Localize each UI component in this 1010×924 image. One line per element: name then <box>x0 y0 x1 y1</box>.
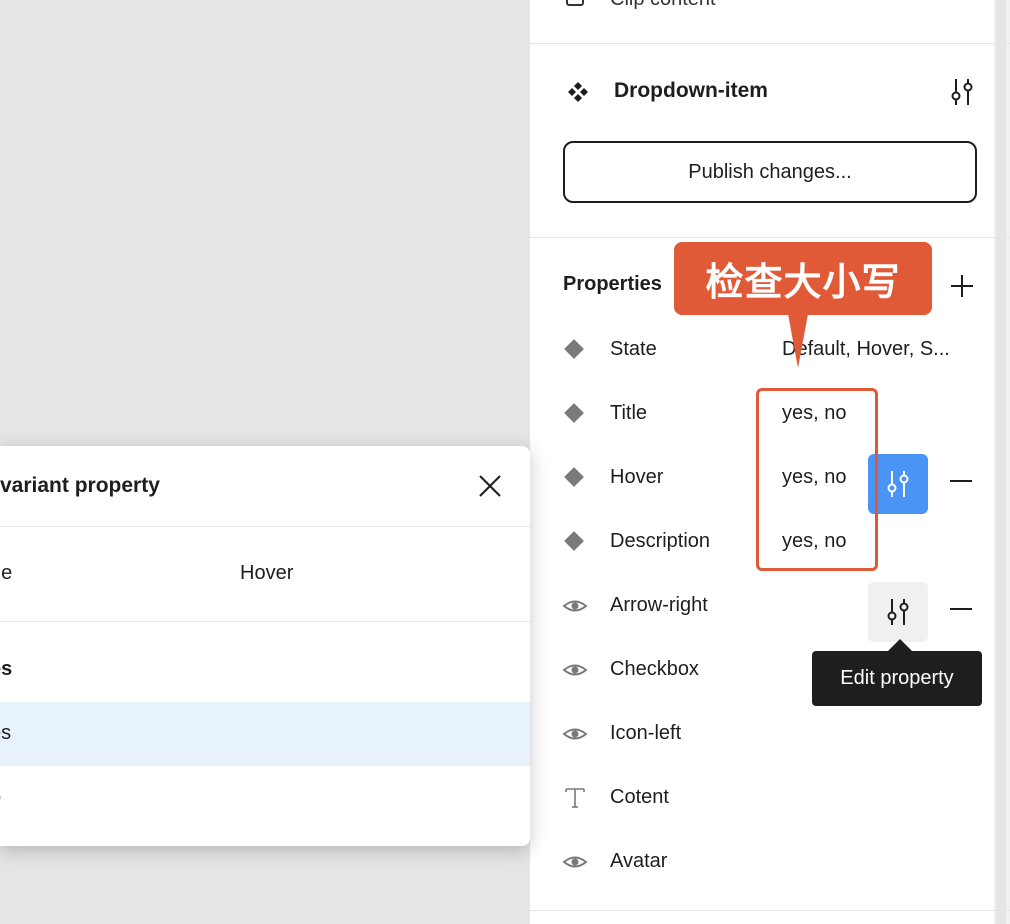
scrollbar-thumb[interactable] <box>996 0 1006 924</box>
property-name-value[interactable]: Hover <box>240 562 293 585</box>
eye-icon <box>562 600 588 612</box>
checkbox-icon[interactable] <box>566 0 584 6</box>
eye-icon <box>562 856 588 868</box>
add-property-icon[interactable] <box>948 272 976 300</box>
value-row-selected[interactable]: es <box>0 702 530 766</box>
divider <box>530 43 1010 44</box>
variant-diamond-icon <box>562 402 588 426</box>
settings-sliders-icon[interactable] <box>948 76 976 108</box>
value-row[interactable]: es <box>0 638 530 702</box>
property-row-avatar[interactable]: Avatar <box>530 830 994 894</box>
value-row[interactable]: o <box>0 766 530 830</box>
component-icon <box>568 82 588 102</box>
remove-property-icon[interactable] <box>948 596 974 622</box>
divider <box>530 237 1010 238</box>
edit-variant-property-dialog: variant property ne Hover es es o <box>0 446 530 846</box>
dialog-title: variant property <box>0 474 160 497</box>
property-name: Checkbox <box>610 658 699 680</box>
property-name: Icon-left <box>610 722 682 744</box>
annotation-callout: 检查大小写 <box>674 242 932 315</box>
property-name: Avatar <box>610 850 668 872</box>
eye-icon <box>562 664 588 676</box>
remove-property-icon[interactable] <box>948 468 974 494</box>
property-row-icon-left[interactable]: Icon-left <box>530 702 994 766</box>
properties-heading: Properties <box>563 273 662 295</box>
value-text: es <box>0 722 12 744</box>
annotation-callout-tail <box>788 314 808 368</box>
property-name: Arrow-right <box>610 594 708 616</box>
property-row-cotent[interactable]: Cotent <box>530 766 994 830</box>
variant-diamond-icon <box>562 338 588 362</box>
property-name: State <box>610 338 657 360</box>
settings-sliders-icon <box>887 599 909 625</box>
divider <box>0 621 530 622</box>
annotation-highlight-box <box>756 388 878 571</box>
publish-changes-button[interactable]: Publish changes... <box>563 141 977 203</box>
property-name-label: ne <box>0 562 13 584</box>
edit-property-button[interactable] <box>868 582 928 642</box>
property-row-arrow-right[interactable]: Arrow-right <box>530 574 994 642</box>
close-icon[interactable] <box>478 474 502 498</box>
property-row-state[interactable]: State Default, Hover, S... <box>530 318 994 382</box>
value-text: es <box>0 658 13 680</box>
property-name: Hover <box>610 466 664 488</box>
settings-sliders-icon <box>887 471 909 497</box>
property-name: Cotent <box>610 786 669 808</box>
text-icon <box>565 788 585 808</box>
tooltip-arrow <box>888 639 912 651</box>
divider <box>0 526 530 527</box>
edit-property-tooltip: Edit property <box>812 651 982 706</box>
component-name: Dropdown-item <box>614 79 768 102</box>
value-text: o <box>0 786 1 809</box>
clip-content-label: Clip content <box>610 0 716 11</box>
divider <box>530 910 1010 911</box>
property-name: Title <box>610 402 648 424</box>
property-name: Description <box>610 530 711 552</box>
eye-icon <box>562 728 588 740</box>
variant-diamond-icon <box>562 530 588 554</box>
variant-diamond-icon <box>562 466 588 490</box>
